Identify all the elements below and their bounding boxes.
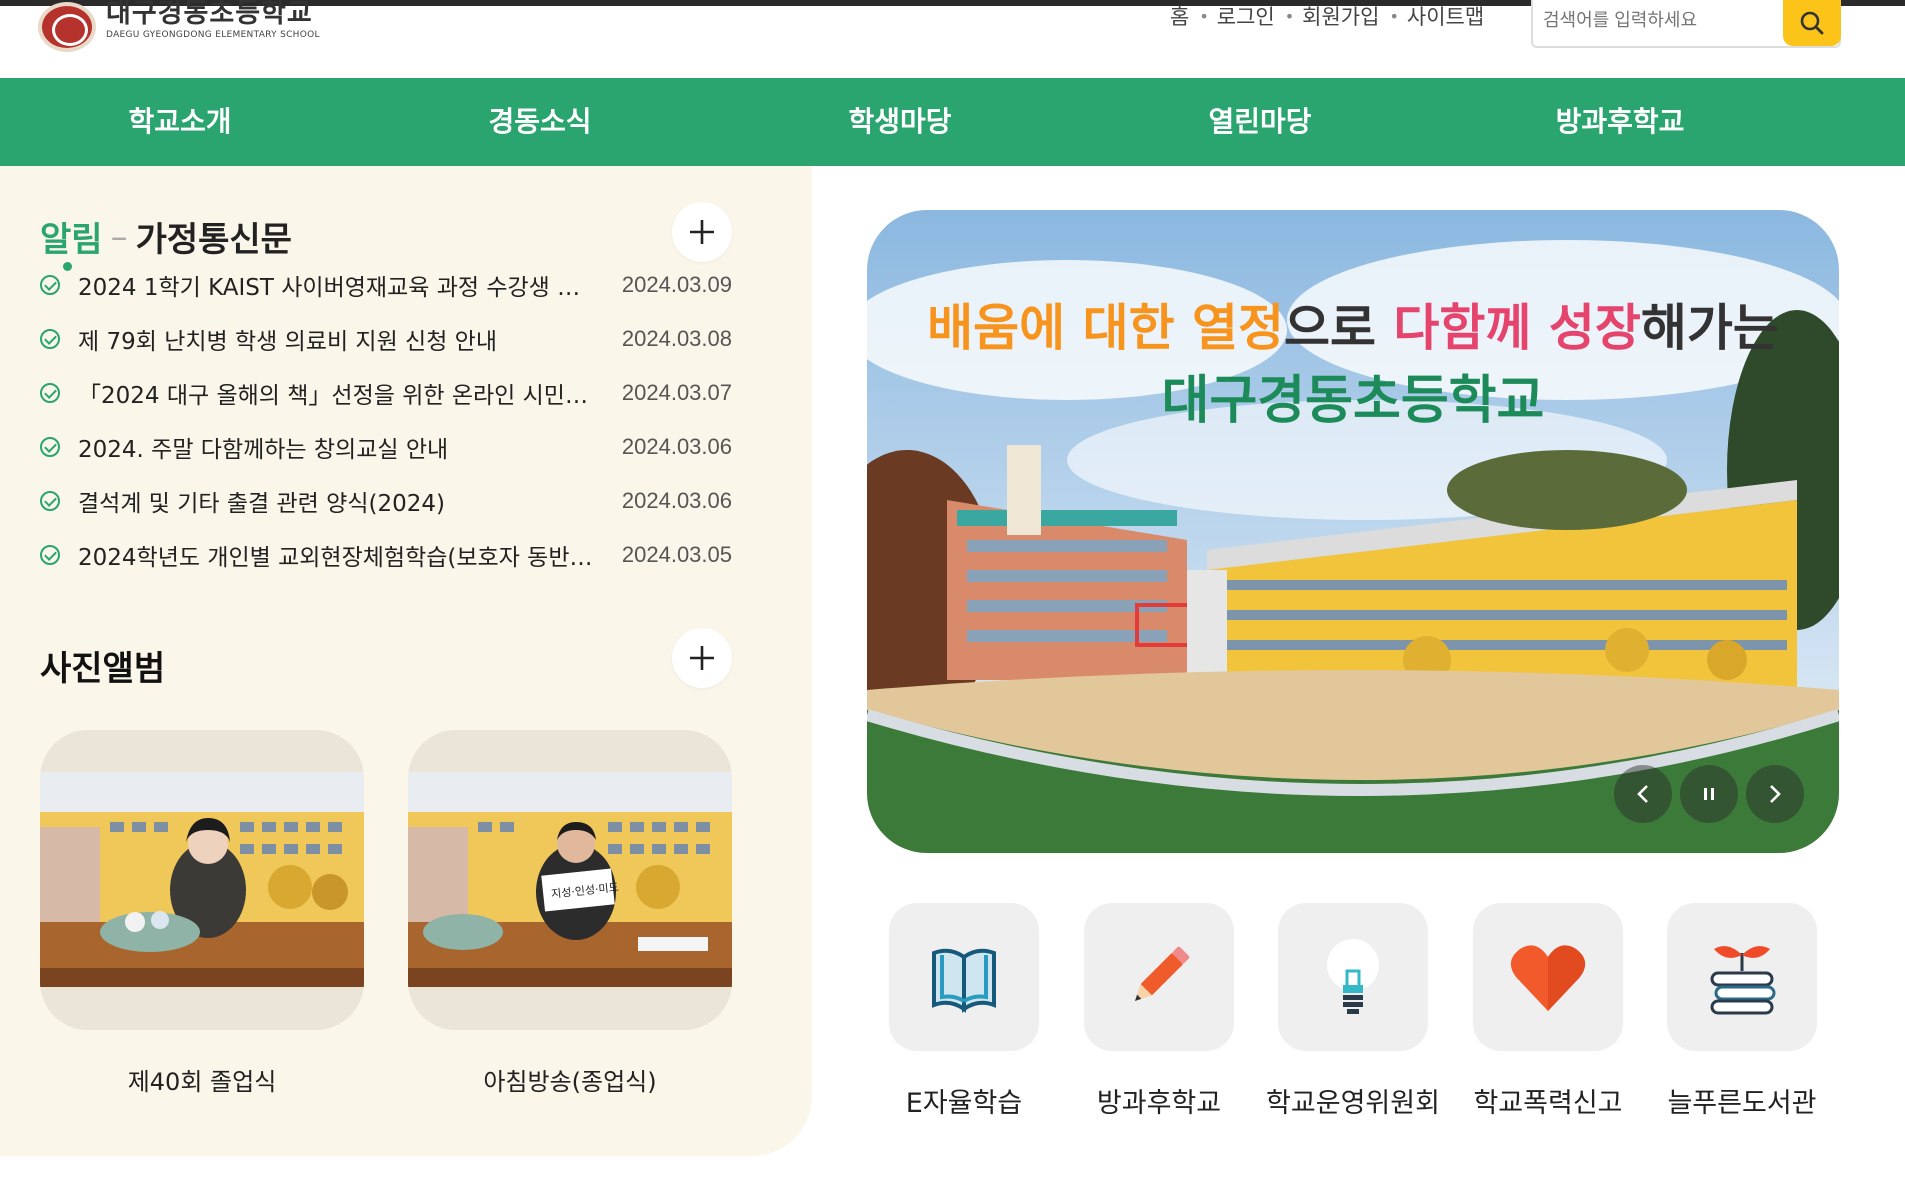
notice-item-title[interactable]: 「2024 대구 올해의 책」선정을 위한 온라인 시민투표 안내: [78, 376, 598, 410]
util-sitemap-link[interactable]: 사이트맵: [1407, 1, 1484, 31]
check-circle-icon: [40, 437, 60, 457]
search-box: [1531, 0, 1841, 48]
quick-link-violence-report[interactable]: 학교폭력신고: [1473, 903, 1623, 1120]
pencil-icon: [1134, 946, 1190, 1002]
album-card[interactable]: 지성·인성·미도 아침방송(종업식): [408, 730, 732, 1097]
notice-item-title[interactable]: 2024학년도 개인별 교외현장체험학습(보호자 동반) 안내: [78, 538, 598, 572]
banner-headline: 배움에 대한 열정으로 다함께 성장해가는: [927, 299, 1779, 357]
utility-links: 홈 • 로그인 • 회원가입 • 사이트맵: [1170, 5, 1494, 29]
school-logo[interactable]: 대구경동초등학교 DAEGU GYEONGDONG ELEMENTARY SCH…: [38, 0, 320, 52]
nav-item-school-intro[interactable]: 학교소개: [0, 78, 360, 166]
book-sprout-icon: [1710, 946, 1776, 1015]
main-nav: 학교소개 경동소식 학생마당 열린마당 방과후학교: [0, 78, 1905, 166]
list-item[interactable]: 2024. 주말 다함께하는 창의교실 안내 2024.03.06: [40, 420, 732, 474]
chevron-left-icon: [1637, 785, 1648, 803]
notice-item-date: 2024.03.09: [621, 272, 732, 297]
nav-item-open-forum[interactable]: 열린마당: [1080, 78, 1440, 166]
quick-link-label: 늘푸른도서관: [1667, 1088, 1817, 1119]
notice-item-date: 2024.03.06: [621, 488, 732, 513]
banner-pause-button[interactable]: [1680, 765, 1738, 823]
check-circle-icon: [40, 545, 60, 565]
notice-item-title[interactable]: 제 79회 난치병 학생 의료비 지원 신청 안내: [78, 322, 598, 356]
logo-title: 대구경동초등학교: [106, 0, 313, 29]
banner-next-button[interactable]: [1746, 765, 1804, 823]
search-icon: [1800, 11, 1824, 35]
nav-item-students[interactable]: 학생마당: [720, 78, 1080, 166]
quick-link-school-committee[interactable]: 학교운영위원회: [1266, 903, 1440, 1120]
util-home-link[interactable]: 홈: [1170, 1, 1189, 31]
nav-item-news[interactable]: 경동소식: [360, 78, 720, 166]
list-item[interactable]: 제 79회 난치병 학생 의료비 지원 신청 안내 2024.03.08: [40, 312, 732, 366]
album-more-button[interactable]: [672, 628, 732, 688]
main-banner[interactable]: 배움에 대한 열정으로 다함께 성장해가는 대구경동초등학교: [867, 210, 1839, 853]
left-panel: 알림 – 가정통신문 2024 1학기 KAIST 사이버영재교육 과정 수강생…: [0, 166, 812, 1156]
pause-icon: [1704, 788, 1714, 800]
list-item[interactable]: 2024학년도 개인별 교외현장체험학습(보호자 동반) 안내 2024.03.…: [40, 528, 732, 582]
notice-item-title[interactable]: 2024. 주말 다함께하는 창의교실 안내: [78, 430, 598, 464]
quick-link-label: 학교운영위원회: [1266, 1088, 1440, 1119]
check-circle-icon: [40, 329, 60, 349]
quick-link-e-learning[interactable]: E자율학습: [889, 903, 1039, 1120]
plus-icon: [690, 220, 714, 244]
check-circle-icon: [40, 383, 60, 403]
album-title[interactable]: 사진앨범: [40, 641, 165, 690]
search-button[interactable]: [1783, 0, 1841, 46]
plus-icon: [690, 646, 714, 670]
search-input[interactable]: [1543, 0, 1773, 40]
school-emblem-icon: [38, 2, 96, 52]
notice-item-date: 2024.03.08: [621, 326, 732, 351]
list-item[interactable]: 2024 1학기 KAIST 사이버영재교육 과정 수강생 모집 안내 2024…: [40, 258, 732, 312]
util-signup-link[interactable]: 회원가입: [1302, 1, 1379, 31]
notice-list: 2024 1학기 KAIST 사이버영재교육 과정 수강생 모집 안내 2024…: [40, 258, 732, 582]
quick-link-afterschool[interactable]: 방과후학교: [1084, 903, 1234, 1120]
list-item[interactable]: 결석계 및 기타 출결 관련 양식(2024) 2024.03.06: [40, 474, 732, 528]
quick-link-label: 학교폭력신고: [1473, 1088, 1623, 1119]
lightbulb-icon: [1327, 939, 1379, 1014]
banner-school-name: 대구경동초등학교: [1161, 371, 1545, 431]
check-circle-icon: [40, 491, 60, 511]
banner-prev-button[interactable]: [1614, 765, 1672, 823]
album-photo-graduation[interactable]: [40, 772, 364, 987]
notice-item-date: 2024.03.05: [621, 542, 732, 567]
quick-link-label: 방과후학교: [1096, 1088, 1222, 1119]
open-book-icon: [932, 948, 996, 1013]
album-caption[interactable]: 제40회 졸업식: [40, 1062, 364, 1097]
quick-link-library[interactable]: 늘푸른도서관: [1667, 903, 1817, 1120]
heart-icon: [1510, 945, 1586, 1011]
notice-item-title[interactable]: 2024 1학기 KAIST 사이버영재교육 과정 수강생 모집 안내: [78, 268, 598, 302]
notice-title: 알림 – 가정통신문: [40, 212, 292, 261]
album-card[interactable]: 제40회 졸업식: [40, 730, 364, 1097]
notice-title-main[interactable]: 가정통신문: [136, 212, 292, 261]
check-circle-icon: [40, 275, 60, 295]
notice-item-date: 2024.03.06: [621, 434, 732, 459]
header: 대구경동초등학교 DAEGU GYEONGDONG ELEMENTARY SCH…: [0, 0, 1905, 78]
album-photo-broadcast[interactable]: 지성·인성·미도: [408, 772, 732, 987]
quick-link-label: E자율학습: [905, 1088, 1023, 1119]
notice-item-title[interactable]: 결석계 및 기타 출결 관련 양식(2024): [78, 484, 598, 518]
notice-more-button[interactable]: [672, 202, 732, 262]
notice-item-date: 2024.03.07: [621, 380, 732, 405]
notice-title-accent[interactable]: 알림: [40, 212, 103, 261]
util-login-link[interactable]: 로그인: [1217, 1, 1275, 31]
chevron-right-icon: [1770, 785, 1781, 803]
album-caption[interactable]: 아침방송(종업식): [408, 1062, 732, 1097]
logo-subtitle: DAEGU GYEONGDONG ELEMENTARY SCHOOL: [106, 30, 320, 40]
list-item[interactable]: 「2024 대구 올해의 책」선정을 위한 온라인 시민투표 안내 2024.0…: [40, 366, 732, 420]
nav-item-afterschool[interactable]: 방과후학교: [1440, 78, 1800, 166]
